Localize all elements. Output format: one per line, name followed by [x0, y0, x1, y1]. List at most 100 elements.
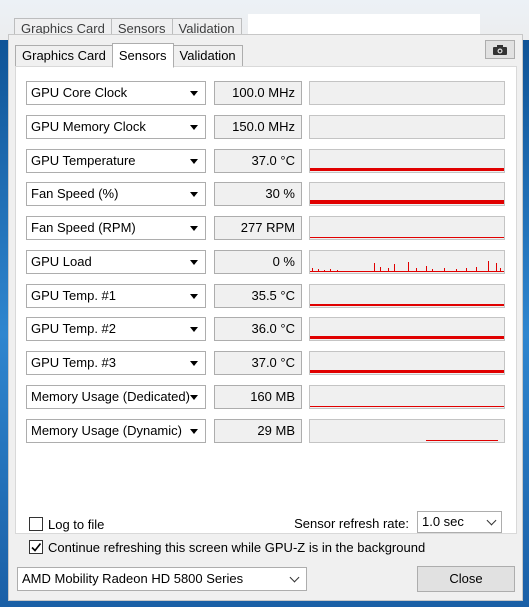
sensor-value: 0 % — [214, 250, 302, 274]
sensor-selector[interactable]: GPU Load — [26, 250, 206, 274]
sensor-value: 37.0 °C — [214, 149, 302, 173]
graph-spike — [337, 270, 338, 272]
sensor-name: Memory Usage (Dynamic) — [31, 423, 182, 438]
graph-spike — [330, 269, 331, 272]
sensors-panel: GPU Core Clock 100.0 MHz GPU Memory Cloc… — [15, 66, 517, 534]
gpuz-window: Graphics Card Sensors Validation GPU Cor… — [8, 34, 523, 601]
dropdown-arrow-icon — [190, 226, 198, 231]
graph-spike — [444, 268, 445, 272]
sensor-row: GPU Temp. #1 35.5 °C — [26, 284, 505, 310]
sensor-selector[interactable]: Fan Speed (RPM) — [26, 216, 206, 240]
sensor-name: GPU Memory Clock — [31, 119, 146, 134]
sensor-value: 160 MB — [214, 385, 302, 409]
sensor-selector[interactable]: GPU Memory Clock — [26, 115, 206, 139]
sensor-value: 30 % — [214, 182, 302, 206]
sensor-name: Fan Speed (%) — [31, 186, 119, 201]
refresh-rate-label: Sensor refresh rate: — [294, 516, 409, 531]
dropdown-arrow-icon — [190, 159, 198, 164]
sensor-selector[interactable]: GPU Core Clock — [26, 81, 206, 105]
close-button[interactable]: Close — [417, 566, 515, 592]
sensor-selector[interactable]: GPU Temp. #2 — [26, 317, 206, 341]
graph-fill — [310, 237, 504, 238]
graph-spike — [312, 268, 313, 272]
sensor-value: 37.0 °C — [214, 351, 302, 375]
sensor-row: Memory Usage (Dedicated) 160 MB — [26, 385, 505, 411]
graph-fill — [426, 440, 498, 441]
sensor-name: GPU Load — [31, 254, 92, 269]
sensor-row: GPU Memory Clock 150.0 MHz — [26, 115, 505, 141]
sensor-row: GPU Core Clock 100.0 MHz — [26, 81, 505, 107]
sensor-graph — [309, 216, 505, 240]
graph-fill — [310, 370, 504, 373]
sensor-row: GPU Temp. #3 37.0 °C — [26, 351, 505, 377]
graph-spike — [394, 264, 395, 272]
tab-graphics-card[interactable]: Graphics Card — [15, 45, 113, 67]
sensor-row: GPU Temperature 37.0 °C — [26, 149, 505, 175]
graph-spike — [380, 267, 381, 272]
sensor-selector[interactable]: GPU Temp. #1 — [26, 284, 206, 308]
sensor-graph — [309, 284, 505, 308]
sensor-value: 100.0 MHz — [214, 81, 302, 105]
dropdown-arrow-icon — [190, 429, 198, 434]
sensor-selector[interactable]: GPU Temp. #3 — [26, 351, 206, 375]
graph-spike — [426, 266, 427, 272]
sensor-row: GPU Temp. #2 36.0 °C — [26, 317, 505, 343]
bg-window-area — [248, 14, 480, 34]
graph-spike — [416, 268, 417, 272]
graph-spike — [374, 263, 375, 272]
graph-fill — [310, 200, 504, 204]
dropdown-arrow-icon — [190, 327, 198, 332]
sensor-graph — [309, 351, 505, 375]
sensor-row: Memory Usage (Dynamic) 29 MB — [26, 419, 505, 445]
dropdown-arrow-icon — [190, 260, 198, 265]
sensor-selector[interactable]: GPU Temperature — [26, 149, 206, 173]
log-to-file-label[interactable]: Log to file — [48, 517, 104, 532]
graph-spike — [456, 269, 457, 272]
sensor-selector[interactable]: Memory Usage (Dynamic) — [26, 419, 206, 443]
graph-spike — [500, 268, 501, 272]
graph-baseline — [310, 271, 504, 272]
sensor-name: GPU Temp. #2 — [31, 321, 117, 336]
sensor-graph — [309, 81, 505, 105]
graph-fill — [310, 406, 504, 407]
graph-spike — [388, 268, 389, 272]
sensor-graph — [309, 182, 505, 206]
refresh-rate-select[interactable]: 1.0 sec — [417, 511, 502, 533]
sensor-graph — [309, 149, 505, 173]
chevron-down-icon — [486, 515, 497, 526]
sensor-value: 29 MB — [214, 419, 302, 443]
graph-spike — [466, 268, 467, 272]
tab-validation[interactable]: Validation — [172, 45, 243, 67]
dropdown-arrow-icon — [190, 91, 198, 96]
chevron-down-icon — [289, 572, 300, 583]
graph-spike — [476, 267, 477, 272]
sensor-selector[interactable]: Fan Speed (%) — [26, 182, 206, 206]
screenshot-button[interactable] — [485, 40, 515, 59]
tab-bar: Graphics Card Sensors Validation — [15, 41, 243, 68]
tab-sensors[interactable]: Sensors — [111, 43, 174, 68]
sensor-name: GPU Temp. #1 — [31, 288, 117, 303]
sensor-name: Fan Speed (RPM) — [31, 220, 136, 235]
checkmark-icon — [31, 543, 42, 552]
sensor-value: 35.5 °C — [214, 284, 302, 308]
sensor-value: 36.0 °C — [214, 317, 302, 341]
continue-refresh-checkbox[interactable] — [29, 540, 43, 554]
dropdown-arrow-icon — [190, 361, 198, 366]
sensor-name: Memory Usage (Dedicated) — [31, 389, 190, 404]
graph-spike — [318, 269, 319, 272]
sensor-selector[interactable]: Memory Usage (Dedicated) — [26, 385, 206, 409]
device-select[interactable]: AMD Mobility Radeon HD 5800 Series — [17, 567, 307, 591]
graph-fill — [310, 336, 504, 339]
graph-fill — [310, 168, 504, 171]
sensor-value: 277 RPM — [214, 216, 302, 240]
sensor-name: GPU Temperature — [31, 153, 136, 168]
sensor-value: 150.0 MHz — [214, 115, 302, 139]
log-to-file-checkbox[interactable] — [29, 517, 43, 531]
graph-fill — [310, 304, 504, 306]
sensor-name: GPU Temp. #3 — [31, 355, 117, 370]
continue-refresh-label[interactable]: Continue refreshing this screen while GP… — [48, 540, 425, 555]
sensor-graph — [309, 385, 505, 409]
sensor-row: GPU Load 0 % — [26, 250, 505, 276]
sensor-name: GPU Core Clock — [31, 85, 128, 100]
graph-spike — [324, 270, 325, 272]
